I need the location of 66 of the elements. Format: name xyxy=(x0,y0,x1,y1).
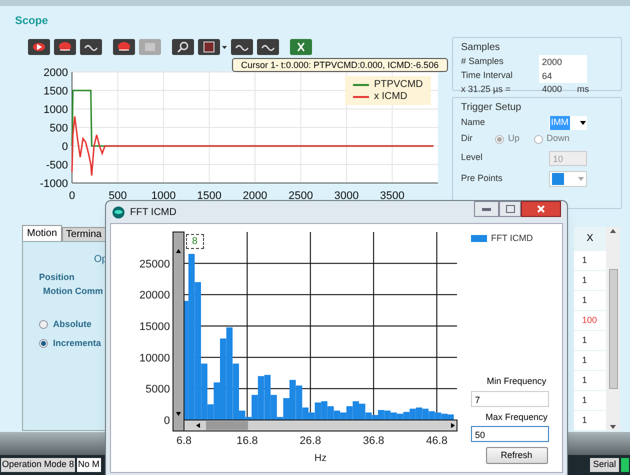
axis-tick-label: -500 xyxy=(46,160,68,172)
table-cell: 1 xyxy=(574,331,606,350)
axis-tick-label: 0 xyxy=(68,190,76,202)
marker-label: 8 xyxy=(186,234,204,249)
axis-title: Hz xyxy=(314,453,327,464)
table-cell: 100 xyxy=(574,311,606,330)
axis-tick-label: 26.8 xyxy=(300,435,322,447)
group-title: Samples xyxy=(461,41,500,55)
axis-tick-label: 3000 xyxy=(334,190,359,202)
group-title: Trigger Setup xyxy=(461,101,522,115)
axis-tick-label: 0 xyxy=(62,141,68,153)
group-title: Position xyxy=(39,271,74,284)
axis-tick-label: 15000 xyxy=(139,321,170,333)
axis-tick-label: 2500 xyxy=(288,190,313,202)
axis-tick-label: 1000 xyxy=(151,190,176,202)
legend-label: PTPVCMD xyxy=(374,79,423,90)
axis-tick-label: -1000 xyxy=(40,178,68,190)
axis-tick-label: 6.8 xyxy=(176,435,192,447)
label: Level xyxy=(461,151,484,164)
value: 4000 xyxy=(542,83,564,96)
axis-tick-label: 16.8 xyxy=(236,435,258,447)
label: x 31.25 µs = xyxy=(461,83,512,96)
axis-tick-label: 20000 xyxy=(139,290,170,302)
axis-tick-label: 500 xyxy=(108,190,127,202)
column-header: X xyxy=(586,232,594,246)
axis-tick-label: 25000 xyxy=(139,258,170,270)
label: # Samples xyxy=(461,55,505,68)
label: Pre Points xyxy=(461,172,504,186)
table-cell: 1 xyxy=(574,271,606,290)
unit: ms xyxy=(577,83,589,96)
status-field: No M xyxy=(77,458,101,472)
axis-tick-label: 5000 xyxy=(146,384,170,396)
radio-label: Absolute xyxy=(53,318,92,331)
radio-label: Up xyxy=(508,132,520,146)
label: Max Frequency xyxy=(485,410,548,424)
table-cell: 1 xyxy=(574,391,606,410)
group-title: Motion Comm xyxy=(43,284,103,298)
legend-label: FFT ICMD xyxy=(491,232,533,245)
axis-tick-label: 2000 xyxy=(44,67,68,79)
label: Dir xyxy=(461,132,474,146)
radio-label: Down xyxy=(546,132,570,146)
axis-tick-label: 2000 xyxy=(242,190,268,202)
window-title: FFT ICMD xyxy=(130,206,176,220)
axis-tick-label: 1500 xyxy=(197,190,222,202)
axis-tick-label: 500 xyxy=(50,122,68,134)
axis-tick-label: 3500 xyxy=(380,190,404,202)
cursor-tooltip: Cursor 1- t:0.000: PTPVCMD:0.000, ICMD:-6.506 xyxy=(232,58,448,72)
axis-tick-label: 36.8 xyxy=(362,435,384,447)
axis-tick-label: 0 xyxy=(164,415,170,427)
legend-label: x ICMD xyxy=(374,91,408,102)
table-cell: 1 xyxy=(574,411,606,430)
section-title: Scope xyxy=(15,14,48,28)
label: Time Interval xyxy=(461,69,514,82)
table-cell: 1 xyxy=(574,251,606,270)
status-text: Operation Mode 8 xyxy=(1,458,76,472)
label: Min Frequency xyxy=(486,375,546,388)
status-text: Serial xyxy=(590,458,619,472)
axis-tick-label: 1000 xyxy=(44,104,68,116)
table-cell: 1 xyxy=(574,291,606,310)
radio-label: Incrementa xyxy=(53,336,102,350)
table-cell: 1 xyxy=(574,351,606,370)
label: Name xyxy=(461,116,486,130)
table-cell: 1 xyxy=(574,371,606,390)
axis-tick-label: 1500 xyxy=(44,86,68,98)
axis-tick-label: 10000 xyxy=(139,352,170,364)
axis-tick-label: 46.8 xyxy=(426,435,448,447)
